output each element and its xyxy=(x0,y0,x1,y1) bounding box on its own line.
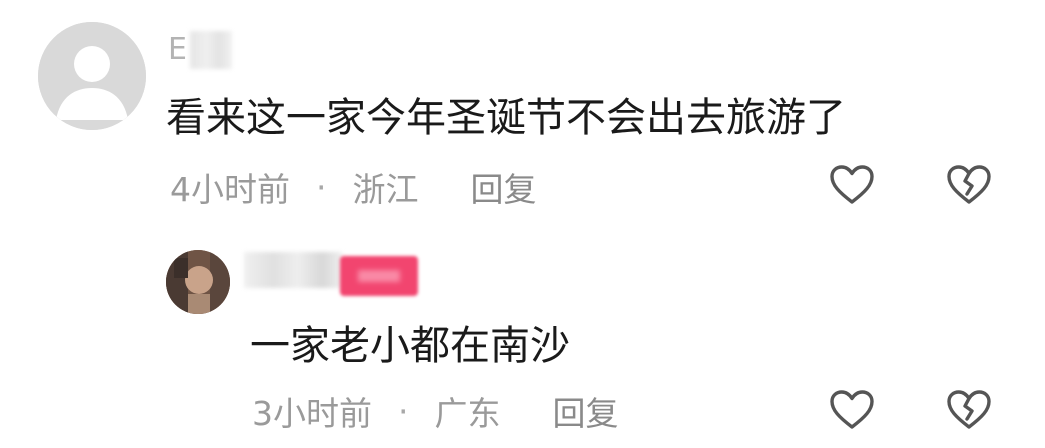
comment-time: 4小时前 xyxy=(170,170,290,209)
user-photo-avatar xyxy=(166,250,230,314)
author-badge xyxy=(340,256,418,296)
dislike-button[interactable] xyxy=(945,161,993,209)
default-user-avatar-icon xyxy=(38,22,146,130)
reply-button[interactable]: 回复 xyxy=(471,163,537,211)
comment-location: 浙江 xyxy=(352,170,419,209)
comment-text: 看来这一家今年圣诞节不会出去旅游了 xyxy=(166,95,846,141)
reply-location: 广东 xyxy=(434,394,501,433)
reply-time: 3小时前 xyxy=(252,394,372,433)
like-button[interactable] xyxy=(828,161,876,209)
like-button[interactable] xyxy=(828,386,876,434)
heart-outline-icon xyxy=(830,165,874,204)
comment-meta: 4小时前 · 浙江 回复 xyxy=(170,162,537,212)
reply-text: 一家老小都在南沙 xyxy=(250,323,570,369)
reply-button[interactable]: 回复 xyxy=(553,387,619,435)
reply-avatar[interactable] xyxy=(166,250,230,314)
heart-outline-icon xyxy=(830,390,874,429)
username-blurred xyxy=(189,31,232,69)
broken-heart-icon xyxy=(947,390,991,429)
broken-heart-icon xyxy=(947,165,991,204)
reply-username-blurred[interactable] xyxy=(244,252,342,288)
dislike-button[interactable] xyxy=(945,386,993,434)
meta-separator: · xyxy=(316,167,327,207)
meta-separator: · xyxy=(398,391,409,431)
comment-thread: E 看来这一家今年圣诞节不会出去旅游了 4小时前 · 浙江 回复 一家老小都在南… xyxy=(0,0,1045,448)
username[interactable]: E xyxy=(168,30,232,70)
reply-meta: 3小时前 · 广东 回复 xyxy=(252,386,619,436)
username-initial: E xyxy=(168,32,188,67)
avatar[interactable] xyxy=(38,22,146,130)
